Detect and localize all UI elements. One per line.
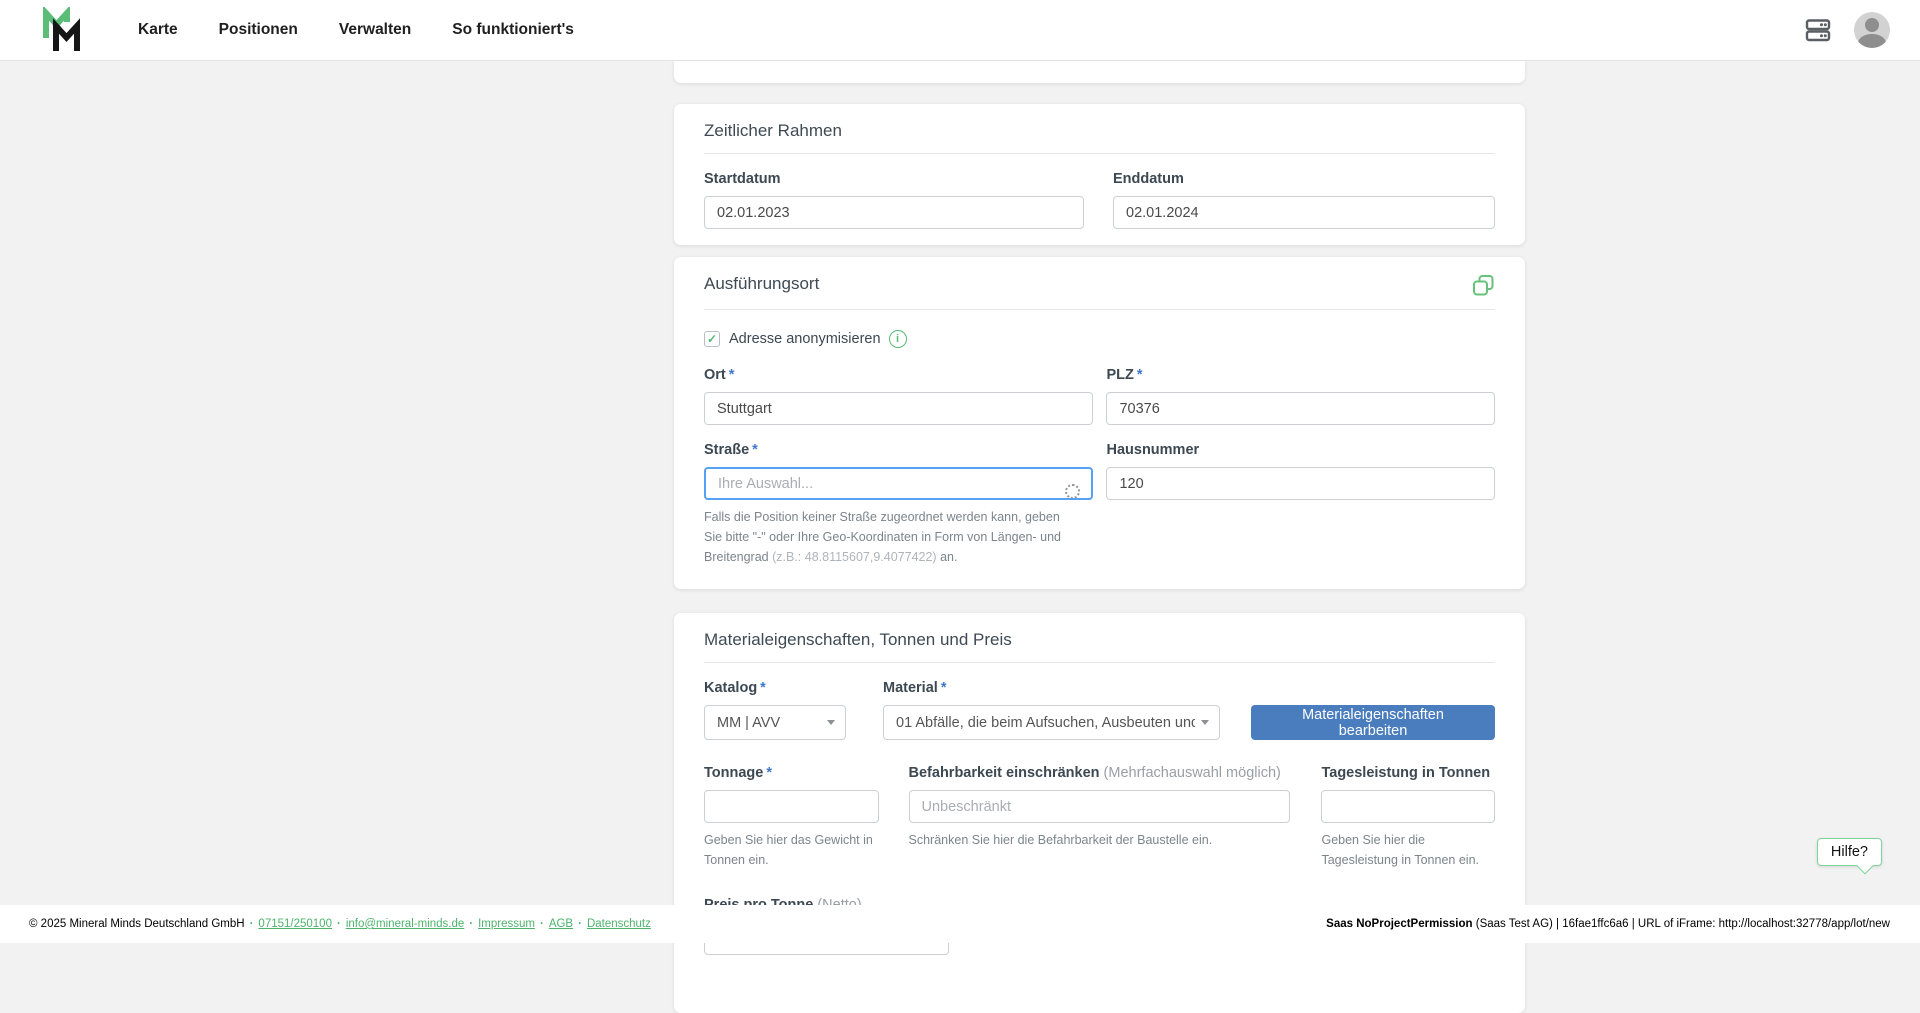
tagesleistung-helper-text: Geben Sie hier die Tagesleistung in Tonn… xyxy=(1321,830,1495,870)
katalog-label: Katalog* xyxy=(704,680,766,696)
nav-item-karte[interactable]: Karte xyxy=(138,21,178,39)
befahrbarkeit-helper-text: Schränken Sie hier die Befahrbarkeit der… xyxy=(909,830,1291,850)
card-title: Zeitlicher Rahmen xyxy=(704,121,1495,141)
footer: © 2025 Mineral Minds Deutschland GmbH · … xyxy=(0,905,1920,943)
top-navbar: Karte Positionen Verwalten So funktionie… xyxy=(0,0,1920,61)
copy-icon[interactable] xyxy=(1472,274,1495,297)
checkmark-icon: ✓ xyxy=(707,332,717,346)
anonymize-checkbox-row[interactable]: ✓ Adresse anonymisieren i xyxy=(704,330,1495,348)
divider xyxy=(704,153,1495,154)
enddatum-label: Enddatum xyxy=(1113,171,1184,187)
required-marker: * xyxy=(1137,367,1143,383)
required-marker: * xyxy=(729,367,735,383)
footer-impressum-link[interactable]: Impressum xyxy=(478,918,535,930)
tonnage-label: Tonnage* xyxy=(704,765,772,781)
chevron-down-icon xyxy=(827,720,835,725)
mineral-minds-logo[interactable] xyxy=(41,7,85,53)
hausnummer-input[interactable] xyxy=(1106,467,1495,500)
footer-datenschutz-link[interactable]: Datenschutz xyxy=(587,918,651,930)
nav-item-so-funktionierts[interactable]: So funktioniert's xyxy=(452,21,574,39)
material-select[interactable]: 01 Abfälle, die beim Aufsuchen, Ausbeute… xyxy=(883,705,1220,740)
card-ausfuehrungsort: Ausführungsort ✓ Adresse anonymisieren i… xyxy=(674,257,1525,589)
katalog-select[interactable]: MM | AVV xyxy=(704,705,846,740)
nav-item-verwalten[interactable]: Verwalten xyxy=(339,21,411,39)
plz-input[interactable] xyxy=(1106,392,1495,425)
material-label: Material* xyxy=(883,680,946,696)
anonymize-checkbox[interactable]: ✓ xyxy=(704,331,720,347)
navbar-right xyxy=(1804,12,1890,48)
ort-label: Ort* xyxy=(704,367,734,383)
hausnummer-label: Hausnummer xyxy=(1106,442,1199,458)
footer-agb-link[interactable]: AGB xyxy=(549,918,573,930)
startdatum-input[interactable] xyxy=(704,196,1084,229)
footer-environment-info: Saas NoProjectPermission (Saas Test AG) … xyxy=(1326,918,1890,930)
footer-copyright: © 2025 Mineral Minds Deutschland GmbH xyxy=(29,918,245,930)
plz-label: PLZ* xyxy=(1106,367,1142,383)
required-marker: * xyxy=(941,680,947,696)
required-marker: * xyxy=(766,765,772,781)
anonymize-label: Adresse anonymisieren xyxy=(729,331,881,347)
required-marker: * xyxy=(760,680,766,696)
avatar-person-icon xyxy=(1865,18,1879,32)
footer-email-link[interactable]: info@mineral-minds.de xyxy=(346,918,464,930)
help-button[interactable]: Hilfe? xyxy=(1817,838,1882,866)
nav-item-positionen[interactable]: Positionen xyxy=(219,21,298,39)
tonnage-helper-text: Geben Sie hier das Gewicht in Tonnen ein… xyxy=(704,830,879,870)
user-avatar[interactable] xyxy=(1854,12,1890,48)
tagesleistung-label: Tagesleistung in Tonnen xyxy=(1321,765,1490,781)
startdatum-label: Startdatum xyxy=(704,171,781,187)
chevron-down-icon xyxy=(1201,720,1209,725)
divider xyxy=(704,662,1495,663)
main-nav: Karte Positionen Verwalten So funktionie… xyxy=(138,21,574,39)
required-marker: * xyxy=(752,442,758,458)
tonnage-input[interactable] xyxy=(704,790,879,823)
tagesleistung-input[interactable] xyxy=(1321,790,1495,823)
strasse-label: Straße* xyxy=(704,442,758,458)
befahrbarkeit-label: Befahrbarkeit einschränken (Mehrfachausw… xyxy=(909,765,1281,781)
divider xyxy=(704,309,1495,310)
befahrbarkeit-input[interactable] xyxy=(909,790,1291,823)
enddatum-input[interactable] xyxy=(1113,196,1495,229)
card-zeitlicher-rahmen: Zeitlicher Rahmen Startdatum Enddatum xyxy=(674,104,1525,245)
strasse-helper-text: Falls die Position keiner Straße zugeord… xyxy=(704,507,1078,567)
footer-left: © 2025 Mineral Minds Deutschland GmbH · … xyxy=(29,918,651,930)
card-title: Ausführungsort xyxy=(704,274,819,294)
card-materialeigenschaften: Materialeigenschaften, Tonnen und Preis … xyxy=(674,613,1525,1013)
info-icon[interactable]: i xyxy=(889,330,907,348)
dns-server-icon[interactable] xyxy=(1804,16,1832,44)
ort-input[interactable] xyxy=(704,392,1093,425)
materialeigenschaften-bearbeiten-button[interactable]: Materialeigenschaften bearbeiten xyxy=(1251,705,1495,740)
footer-phone-link[interactable]: 07151/250100 xyxy=(258,918,332,930)
card-title: Materialeigenschaften, Tonnen und Preis xyxy=(704,630,1495,650)
card-previous-section-partial xyxy=(674,61,1525,83)
strasse-input[interactable] xyxy=(704,467,1093,500)
